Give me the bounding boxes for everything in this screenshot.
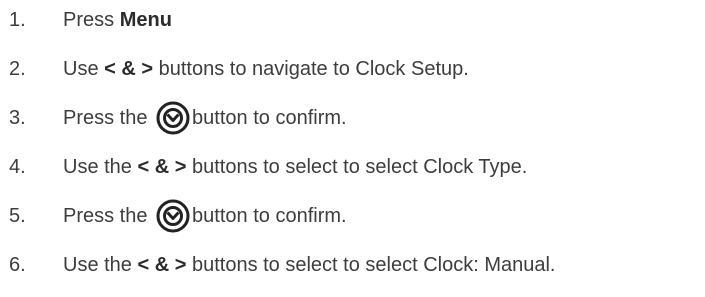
confirm-button-icon xyxy=(156,199,190,233)
step-text: Use the < & > buttons to select to selec… xyxy=(63,253,555,277)
step-text: Use < & > buttons to navigate to Clock S… xyxy=(63,57,469,81)
step-text-plain: Use xyxy=(63,58,105,80)
step-text-plain: Use the xyxy=(63,156,138,178)
step-text-plain: button to confirm. xyxy=(192,107,347,129)
step-1: 1. Press Menu xyxy=(0,2,172,38)
step-3: 3. Press the button to confirm. xyxy=(0,100,347,136)
step-text-plain: Press the xyxy=(63,205,154,227)
step-number: 3. xyxy=(9,107,26,129)
menu-label: Menu xyxy=(119,9,172,31)
step-text-plain: Press xyxy=(63,9,120,31)
nav-buttons-label: < & > xyxy=(137,254,187,276)
step-text: Use the < & > buttons to select to selec… xyxy=(63,155,527,179)
step-number: 6. xyxy=(9,254,26,276)
nav-buttons-label: < & > xyxy=(104,58,154,80)
step-text: Press Menu xyxy=(63,8,172,32)
step-number: 1. xyxy=(9,9,26,31)
step-6: 6. Use the < & > buttons to select to se… xyxy=(0,247,555,283)
confirm-button-icon xyxy=(156,101,190,135)
step-text: Press the button to confirm. xyxy=(63,199,347,233)
step-text-plain: Use the xyxy=(63,254,138,276)
step-number: 4. xyxy=(9,156,26,178)
step-number: 5. xyxy=(9,205,26,227)
step-text-plain: buttons to navigate to Clock Setup. xyxy=(153,58,469,80)
step-text-plain: buttons to select to select Clock: Manua… xyxy=(186,254,556,276)
step-4: 4. Use the < & > buttons to select to se… xyxy=(0,149,527,185)
step-5: 5. Press the button to confirm. xyxy=(0,198,347,234)
step-number: 2. xyxy=(9,58,26,80)
nav-buttons-label: < & > xyxy=(137,156,187,178)
step-text-plain: Press the xyxy=(63,107,154,129)
step-text: Press the button to confirm. xyxy=(63,101,347,135)
step-text-plain: button to confirm. xyxy=(192,205,347,227)
step-text-plain: buttons to select to select Clock Type. xyxy=(186,156,528,178)
step-2: 2. Use < & > buttons to navigate to Cloc… xyxy=(0,51,469,87)
